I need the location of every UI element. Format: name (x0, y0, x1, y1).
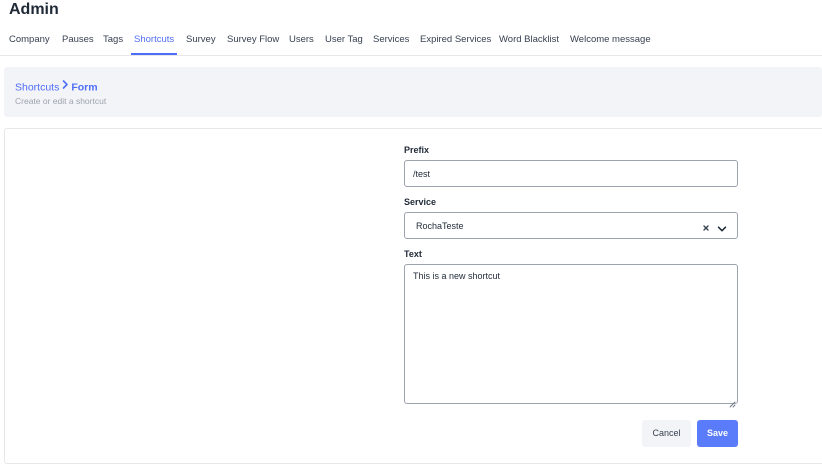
prefix-label: Prefix (404, 145, 430, 155)
tab-word-blacklist[interactable]: Word Blacklist (499, 30, 559, 55)
cancel-button[interactable]: Cancel (642, 420, 691, 447)
page-subtitle: Create or edit a shortcut (15, 96, 107, 106)
page-title: Admin (9, 1, 59, 18)
service-selected-value: RochaTeste (416, 221, 464, 231)
tab-expired-services[interactable]: Expired Services (420, 30, 491, 55)
breadcrumb-current: Form (71, 81, 98, 94)
tab-pauses[interactable]: Pauses (62, 30, 94, 55)
tab-services[interactable]: Services (373, 30, 409, 55)
breadcrumb-shortcuts-link[interactable]: Shortcuts (15, 81, 59, 93)
save-button[interactable]: Save (697, 420, 738, 447)
admin-tabs: Company Pauses Tags Shortcuts Survey Sur… (0, 30, 822, 56)
service-select[interactable]: RochaTeste (404, 212, 738, 239)
breadcrumb: Shortcuts Form (15, 80, 98, 95)
tab-company[interactable]: Company (9, 30, 50, 55)
tab-survey[interactable]: Survey (186, 30, 216, 55)
tab-user-tag[interactable]: User Tag (325, 30, 363, 55)
tab-users[interactable]: Users (289, 30, 314, 55)
text-label: Text (404, 249, 422, 259)
tab-shortcuts[interactable]: Shortcuts (130, 30, 178, 55)
text-textarea[interactable]: This is a new shortcut (404, 264, 738, 404)
chevron-down-icon[interactable] (717, 221, 727, 232)
close-icon[interactable] (701, 220, 711, 231)
chevron-right-icon (62, 80, 69, 93)
tab-welcome-message[interactable]: Welcome message (570, 30, 651, 55)
prefix-input[interactable] (404, 160, 738, 187)
service-label: Service (404, 197, 437, 207)
breadcrumb-panel: Shortcuts Form Create or edit a shortcut (4, 67, 822, 117)
tab-survey-flow[interactable]: Survey Flow (227, 30, 279, 55)
resize-handle-icon[interactable] (729, 395, 736, 408)
tab-tags[interactable]: Tags (103, 30, 123, 55)
